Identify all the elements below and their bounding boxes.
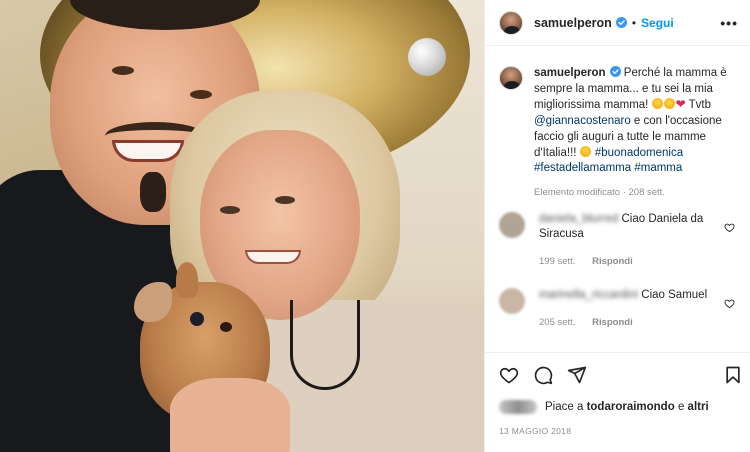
likers-avatars[interactable] (499, 400, 537, 414)
comment-item: daniela_blurred Ciao Daniela da Siracusa… (499, 212, 739, 269)
smile-emoji-icon (579, 145, 591, 157)
photo-ornament (408, 38, 446, 76)
caption-text-2: Tvtb (688, 99, 712, 112)
comment-text: Ciao Samuel (641, 289, 708, 301)
reply-button[interactable]: Rispondi (592, 317, 633, 328)
comment-body: marinella_riccardini Ciao Samuel 205 set… (539, 288, 709, 330)
comment-time: 199 sett. (539, 256, 576, 267)
photo-necklace (290, 300, 360, 390)
grin-emoji-icon (651, 98, 663, 110)
post-side-panel: samuelperon • Segui ••• samuelperon Perc… (484, 0, 750, 452)
likes-suffix: e (677, 401, 685, 413)
photo-man-eye-right (190, 90, 212, 99)
instagram-post: samuelperon • Segui ••• samuelperon Perc… (0, 0, 750, 452)
comment-item: marinella_riccardini Ciao Samuel 205 set… (499, 288, 739, 330)
comment-avatar[interactable] (499, 288, 525, 314)
comment-username[interactable]: marinella_riccardini (539, 289, 638, 301)
likes-prefix: Piace a (545, 401, 584, 413)
photo-woman-eye-right (275, 196, 295, 204)
photo-man-eye-left (112, 66, 134, 75)
hashtag-mamma[interactable]: #mamma (634, 162, 682, 174)
photo-woman-smile (245, 250, 301, 264)
caption-meta: Elemento modificato · 208 sett. (534, 186, 665, 198)
post-date[interactable]: 13 maggio 2018 (499, 426, 571, 436)
author-avatar[interactable] (499, 10, 523, 35)
likes-others[interactable]: altri (688, 401, 709, 413)
caption-verified-badge-icon (609, 66, 621, 77)
follow-button[interactable]: Segui (641, 16, 674, 30)
post-photo[interactable] (0, 0, 484, 452)
comment-like-heart-icon[interactable] (724, 298, 735, 309)
caption-avatar[interactable] (499, 66, 523, 90)
caption-username[interactable]: samuelperon (534, 67, 606, 79)
more-options-icon[interactable]: ••• (720, 15, 738, 31)
heart-icon[interactable] (499, 365, 519, 385)
tears-joy-emoji-icon (663, 98, 675, 110)
action-icons (499, 365, 587, 385)
verified-badge-icon (615, 17, 627, 28)
comment-avatar[interactable] (499, 212, 525, 238)
author-username[interactable]: samuelperon (534, 16, 612, 30)
hashtag-buonadomenica[interactable]: #buonadomenica (595, 147, 683, 159)
photo-dog-nose (220, 322, 232, 332)
photo-woman-eye-left (220, 206, 240, 214)
likes-summary: Piace a todaroraimondo e altri (499, 400, 709, 414)
photo-dog-eye (190, 312, 204, 326)
header-separator: • (631, 15, 637, 30)
save-button[interactable] (723, 365, 743, 385)
comment-time: 205 sett. (539, 317, 576, 328)
comment-username[interactable]: daniela_blurred (539, 213, 618, 225)
reply-button[interactable]: Rispondi (592, 256, 633, 267)
comment-icon[interactable] (533, 365, 553, 385)
photo-dog-ear-right (176, 262, 198, 298)
post-caption: samuelperon Perché la mamma è sempre la … (485, 46, 750, 201)
bookmark-icon[interactable] (723, 365, 743, 385)
photo-man-smile (112, 140, 184, 162)
photo-man-goatee (140, 172, 166, 212)
post-header: samuelperon • Segui ••• (485, 0, 750, 46)
comment-meta: 205 sett. Rispondi (539, 315, 709, 330)
red-heart-emoji-icon: ❤ (675, 97, 686, 112)
comment-body: daniela_blurred Ciao Daniela da Siracusa… (539, 212, 709, 269)
hashtag-festadellamamma[interactable]: #festadellamamma (534, 162, 631, 174)
share-icon[interactable] (567, 365, 587, 385)
photo-hand (170, 378, 290, 452)
post-actions: Piace a todaroraimondo e altri 13 maggio… (485, 352, 750, 452)
comment-like-heart-icon[interactable] (724, 222, 735, 233)
caption-body: samuelperon Perché la mamma è sempre la … (534, 66, 738, 201)
comment-meta: 199 sett. Rispondi (539, 254, 709, 269)
likes-user[interactable]: todaroraimondo (587, 401, 675, 413)
caption-mention[interactable]: @giannacostenaro (534, 115, 631, 127)
